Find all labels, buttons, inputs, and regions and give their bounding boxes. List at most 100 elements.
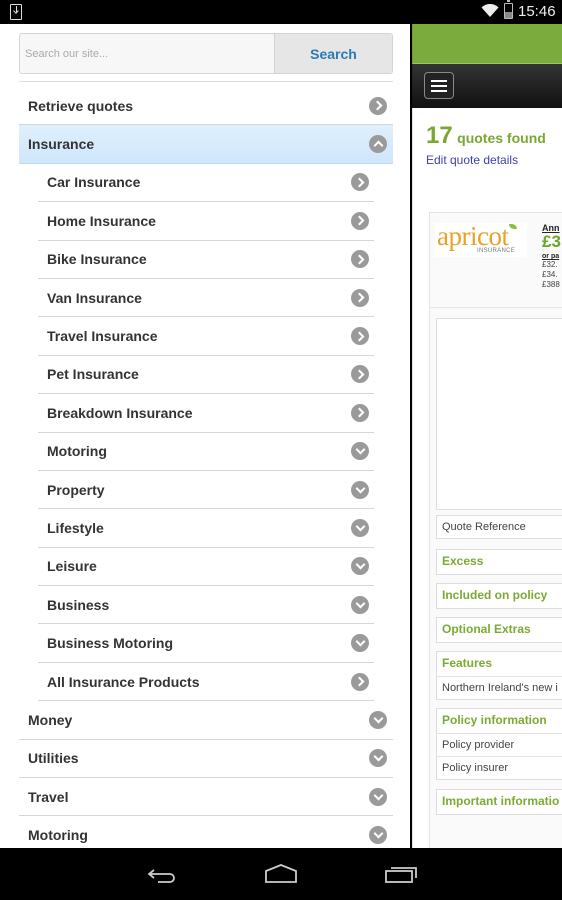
chevron-right-icon[interactable] — [351, 288, 369, 307]
menu-item-van-insurance[interactable]: Van Insurance — [38, 279, 374, 318]
chevron-right-icon[interactable] — [351, 365, 369, 384]
section-title: Features — [442, 656, 493, 670]
menu-item-travel[interactable]: Travel — [19, 778, 393, 817]
menu-item-label: Insurance — [28, 136, 95, 153]
menu-item-label: Travel — [28, 788, 69, 805]
hamburger-line — [431, 85, 447, 87]
menu-item-home-insurance[interactable]: Home Insurance — [38, 202, 374, 241]
monthly-price-label[interactable]: or pa — [542, 253, 561, 260]
edit-quote-details-link[interactable]: Edit quote details — [426, 153, 518, 167]
provider-logo-subtext: INSURANCE — [477, 248, 516, 254]
menu-item-property[interactable]: Property — [38, 471, 374, 510]
hamburger-line — [431, 90, 447, 92]
quotes-count: 17 — [426, 122, 453, 149]
chevron-right-icon[interactable] — [351, 211, 369, 230]
recents-icon[interactable] — [383, 862, 419, 886]
chevron-right-icon[interactable] — [351, 403, 369, 422]
menu-item-utilities[interactable]: Utilities — [19, 740, 393, 779]
chevron-right-icon[interactable] — [351, 173, 369, 192]
section-title: Included on policy — [442, 588, 548, 602]
details-panel — [436, 318, 562, 510]
chevron-down-icon[interactable] — [351, 442, 369, 461]
menu-item-label: Van Insurance — [47, 289, 142, 306]
menu-item-label: Property — [47, 481, 105, 498]
hamburger-line — [431, 80, 447, 82]
chevron-down-icon[interactable] — [351, 557, 369, 576]
menu-item-label: Pet Insurance — [47, 366, 139, 383]
menu-item-label: Lifestyle — [47, 519, 104, 536]
section-title: Important informatio — [442, 794, 560, 808]
chevron-right-icon[interactable] — [369, 96, 387, 115]
chevron-down-icon[interactable] — [369, 787, 387, 806]
chevron-down-icon[interactable] — [369, 710, 387, 729]
menu-item-label: Money — [28, 711, 73, 728]
quotes-found-label: quotes found — [457, 130, 546, 146]
menu-item-motoring[interactable]: Motoring — [19, 816, 393, 848]
nav-toolbar — [412, 63, 562, 108]
section-excess[interactable]: Excess — [436, 549, 562, 575]
chevron-down-icon[interactable] — [351, 480, 369, 499]
menu-item-lifestyle[interactable]: Lifestyle — [38, 509, 374, 548]
menu-item-label: Home Insurance — [47, 212, 156, 229]
chevron-down-icon[interactable] — [351, 518, 369, 537]
leaf-icon — [509, 224, 517, 229]
price-block: Ann £3 or pa £32. £34. £388 — [542, 223, 561, 290]
menu-toggle-button[interactable] — [424, 72, 454, 99]
provider-logo: apricot INSURANCE — [435, 221, 527, 257]
chevron-down-icon[interactable] — [351, 634, 369, 653]
chevron-up-icon[interactable] — [369, 135, 387, 154]
site-header-bar — [412, 24, 562, 63]
menu-item-business-motoring[interactable]: Business Motoring — [38, 624, 374, 663]
clock: 15:46 — [518, 3, 556, 20]
menu-item-breakdown-insurance[interactable]: Breakdown Insurance — [38, 394, 374, 433]
chevron-right-icon[interactable] — [351, 672, 369, 691]
section-title: Excess — [442, 554, 484, 568]
menu-item-insurance[interactable]: Insurance — [19, 125, 393, 164]
menu-item-label: Car Insurance — [47, 174, 141, 191]
home-icon[interactable] — [263, 862, 299, 886]
menu-item-money[interactable]: Money — [19, 701, 393, 740]
divider — [19, 81, 393, 82]
quote-reference-row: Quote Reference — [436, 515, 562, 539]
menu-item-business[interactable]: Business — [38, 586, 374, 625]
section-title: Policy information — [442, 713, 547, 727]
menu-item-label: All Insurance Products — [47, 673, 200, 690]
download-notification-icon — [10, 4, 22, 20]
chevron-down-icon[interactable] — [369, 749, 387, 768]
menu-item-retrieve-quotes[interactable]: Retrieve quotes — [19, 87, 393, 126]
section-row: Policy insurer — [437, 756, 562, 779]
chevron-down-icon[interactable] — [351, 595, 369, 614]
search-input[interactable] — [20, 34, 274, 73]
menu-item-travel-insurance[interactable]: Travel Insurance — [38, 317, 374, 356]
section-included-on-policy[interactable]: Included on policy — [436, 583, 562, 609]
search-button[interactable]: Search — [274, 34, 392, 73]
menu-item-label: Motoring — [47, 443, 107, 460]
quote-result-card: apricot INSURANCE Ann £3 or pa £32. £34.… — [429, 212, 562, 848]
section-row: Policy provider — [437, 733, 562, 756]
menu-item-label: Leisure — [47, 558, 97, 575]
menu-item-car-insurance[interactable]: Car Insurance — [38, 164, 374, 203]
navigation-drawer: Search Retrieve quotes Insurance Car Insur… — [0, 24, 410, 848]
back-icon[interactable] — [144, 862, 180, 886]
section-important-informatio[interactable]: Important informatio — [436, 789, 562, 815]
menu-item-pet-insurance[interactable]: Pet Insurance — [38, 356, 374, 395]
section-policy-information[interactable]: Policy information Policy provider Policy … — [436, 708, 562, 780]
menu-item-bike-insurance[interactable]: Bike Insurance — [38, 241, 374, 279]
menu-item-leisure[interactable]: Leisure — [38, 548, 374, 587]
price-line: £388 — [542, 280, 560, 289]
battery-charging-icon — [504, 0, 513, 19]
drawer-menu: Retrieve quotes Insurance Car Insurance Hom… — [0, 87, 410, 848]
wifi-icon — [481, 4, 499, 17]
chevron-down-icon[interactable] — [369, 826, 387, 845]
status-bar: 15:46 — [0, 0, 562, 24]
menu-item-motoring[interactable]: Motoring — [38, 433, 374, 471]
menu-item-label: Retrieve quotes — [28, 97, 134, 114]
chevron-right-icon[interactable] — [351, 250, 369, 269]
annual-price: £3 — [542, 232, 561, 251]
menu-item-all-insurance-products[interactable]: All Insurance Products — [38, 663, 374, 702]
system-navigation-bar — [0, 848, 562, 900]
menu-item-label: Motoring — [28, 827, 88, 844]
section-features[interactable]: Features Northern Ireland's new i — [436, 651, 562, 700]
section-optional-extras[interactable]: Optional Extras — [436, 617, 562, 643]
chevron-right-icon[interactable] — [351, 327, 369, 346]
